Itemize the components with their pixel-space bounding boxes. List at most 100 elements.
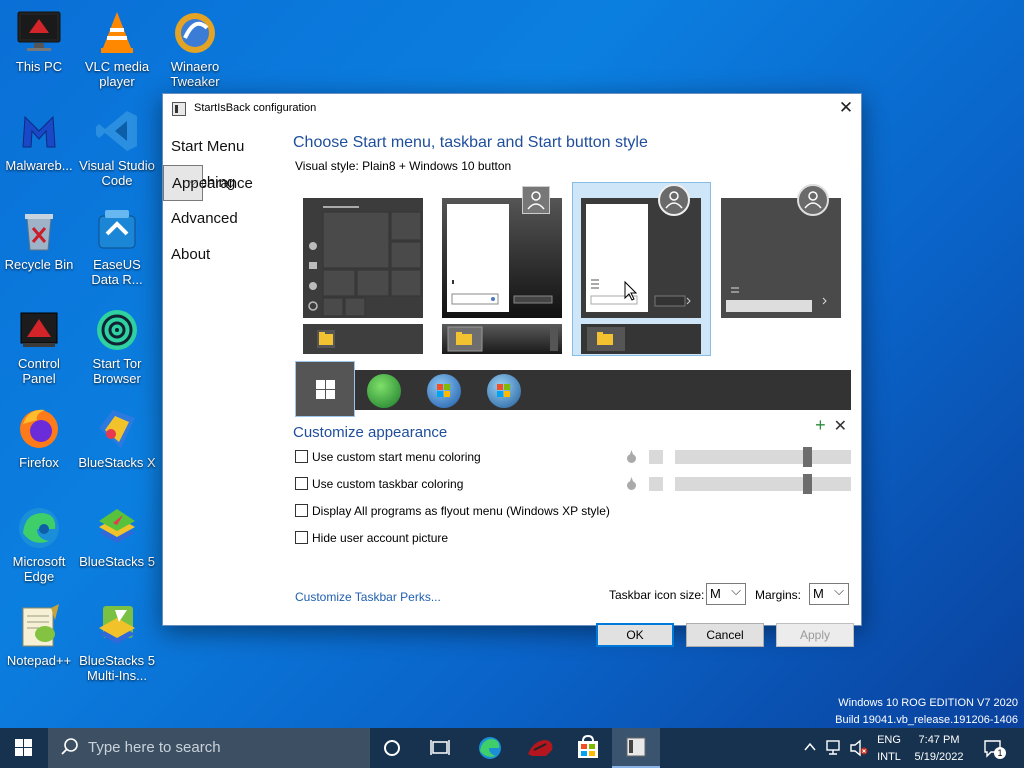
checkbox-hide-account-picture[interactable]: Hide user account picture — [295, 531, 448, 545]
user-avatar-icon — [658, 184, 690, 216]
desktop-icon-label: Microsoft Edge — [12, 554, 66, 584]
style-option-windows7[interactable] — [442, 198, 562, 318]
desktop-icon-label: BlueStacks 5 Multi-Ins... — [79, 653, 155, 683]
desktop-icon-control-panel[interactable]: Control Panel — [0, 305, 78, 386]
clock-time: 7:47 PM — [918, 734, 960, 746]
desktop-icon-malwarebytes[interactable]: Malwareb... — [0, 107, 78, 173]
start-button[interactable] — [0, 728, 48, 768]
checkbox-box[interactable] — [295, 477, 308, 490]
desktop-icon-label: Control Panel — [18, 356, 60, 386]
slider-handle[interactable] — [803, 447, 812, 467]
desktop-icon-winaero[interactable]: Winaero Tweaker — [156, 8, 234, 89]
remove-icon[interactable]: ✕ — [834, 418, 847, 435]
opacity-slider-start-menu[interactable] — [675, 447, 851, 467]
desktop-icon-firefox[interactable]: Firefox — [0, 404, 78, 470]
taskbar: Type here to search ENG INTL 7:47 PM 5/1… — [0, 728, 1024, 768]
color-swatch-start-menu[interactable] — [649, 450, 663, 464]
control-panel-icon — [15, 305, 63, 353]
start-button-option-windows10[interactable] — [295, 361, 355, 417]
customize-taskbar-perks-link[interactable]: Customize Taskbar Perks... — [295, 590, 441, 604]
notification-badge: 1 — [994, 747, 1006, 759]
checkbox-label: Use custom taskbar coloring — [312, 477, 464, 491]
checkbox-box[interactable] — [295, 531, 308, 544]
clock[interactable]: 7:47 PM 5/19/2022 — [906, 732, 972, 766]
checkbox-box[interactable] — [295, 504, 308, 517]
title-bar[interactable]: StartIsBack configuration ✕ — [163, 94, 861, 124]
taskbar-style-option-1[interactable] — [303, 324, 423, 354]
nav-sidebar: Start Menu Appearance Switching Advanced… — [163, 129, 287, 273]
style-option-windows10-dark[interactable] — [721, 198, 841, 318]
window-title: StartIsBack configuration — [194, 102, 317, 114]
desktop-icon-edge[interactable]: Microsoft Edge — [0, 503, 78, 584]
notification-center-button[interactable]: 1 — [980, 737, 1006, 762]
checkbox-label: Hide user account picture — [312, 531, 449, 545]
checkbox-box[interactable] — [295, 450, 308, 463]
show-hidden-icons-button[interactable] — [803, 740, 817, 757]
color-drop-icon — [626, 477, 637, 490]
desktop-icon-bluestacks-multi[interactable]: BlueStacks 5 Multi-Ins... — [78, 602, 156, 683]
search-placeholder: Type here to search — [88, 739, 221, 756]
network-icon[interactable] — [825, 739, 843, 760]
firefox-icon — [15, 404, 63, 452]
nav-item-appearance[interactable]: Appearance — [163, 163, 253, 201]
nav-item-start-menu[interactable]: Start Menu — [163, 129, 287, 165]
volume-muted-icon[interactable] — [849, 739, 869, 760]
style-option-windows10[interactable] — [303, 198, 423, 318]
startisback-window: StartIsBack configuration ✕ Start Menu A… — [162, 93, 862, 647]
desktop-icon-label: Recycle Bin — [4, 257, 74, 272]
easeus-icon — [93, 206, 141, 254]
color-swatch-taskbar[interactable] — [649, 477, 663, 491]
task-view-button[interactable] — [416, 728, 464, 768]
windows-build-watermark-line1: Windows 10 ROG EDITION V7 2020 — [838, 697, 1018, 709]
desktop-icon-vlc[interactable]: VLC media player — [78, 8, 156, 89]
margins-label: Margins: — [755, 588, 802, 602]
bluestacks-multi-icon — [93, 602, 141, 650]
style-option-plain8[interactable] — [581, 198, 701, 318]
taskbar-edge-icon[interactable] — [466, 728, 514, 768]
margins-select[interactable]: M — [809, 581, 849, 605]
windows-build-watermark-line2: Build 19041.vb_release.191206-1406 — [835, 714, 1018, 726]
taskbar-icon-size-select[interactable]: M — [706, 581, 746, 605]
cancel-button[interactable]: Cancel — [686, 623, 764, 647]
checkbox-flyout-all-programs[interactable]: Display All programs as flyout menu (Win… — [295, 504, 610, 518]
desktop-icon-label: BlueStacks X — [78, 455, 156, 470]
desktop-icon-tor[interactable]: Start Tor Browser — [78, 305, 156, 386]
taskbar-style-option-2[interactable] — [442, 324, 562, 354]
apply-button[interactable]: Apply — [776, 623, 854, 647]
start-button-option-vista[interactable] — [487, 374, 521, 408]
desktop-icon-easeus[interactable]: EaseUS Data R... — [78, 206, 156, 287]
vscode-icon — [93, 107, 141, 155]
add-remove-controls: + ✕ — [815, 415, 847, 436]
edge-icon — [15, 503, 63, 551]
start-button-option-clover[interactable] — [367, 374, 401, 408]
slider-handle[interactable] — [803, 474, 812, 494]
desktop-icon-notepadpp[interactable]: Notepad++ — [0, 602, 78, 668]
customize-heading: Customize appearance — [293, 424, 448, 441]
user-avatar-icon — [797, 184, 829, 216]
desktop-icon-label: Firefox — [19, 455, 59, 470]
start-button-strip — [295, 361, 851, 417]
nav-item-about[interactable]: About — [163, 237, 287, 273]
start-button-option-windows7[interactable] — [427, 374, 461, 408]
desktop-icon-bluestacks-x[interactable]: BlueStacks X — [78, 404, 156, 470]
taskbar-style-option-3[interactable] — [581, 324, 701, 354]
close-button[interactable]: ✕ — [831, 94, 861, 124]
add-icon[interactable]: + — [815, 415, 826, 435]
opacity-slider-taskbar[interactable] — [675, 474, 851, 494]
desktop-icon-bluestacks-5[interactable]: BlueStacks 5 — [78, 503, 156, 569]
vlc-icon — [93, 8, 141, 56]
nav-item-advanced[interactable]: Advanced — [163, 201, 287, 237]
language-indicator[interactable]: ENG INTL — [872, 732, 906, 766]
checkbox-custom-start-menu-coloring[interactable]: Use custom start menu coloring — [295, 450, 481, 464]
taskbar-rog-icon[interactable] — [516, 728, 564, 768]
ok-button[interactable]: OK — [596, 623, 674, 647]
taskbar-store-icon[interactable] — [564, 728, 612, 768]
taskbar-search-box[interactable]: Type here to search — [48, 728, 370, 768]
malwarebytes-icon — [15, 107, 63, 155]
cortana-button[interactable] — [368, 728, 416, 768]
taskbar-startisback-icon[interactable] — [612, 728, 660, 768]
desktop-icon-this-pc[interactable]: This PC — [0, 8, 78, 74]
desktop-icon-recycle-bin[interactable]: Recycle Bin — [0, 206, 78, 272]
checkbox-custom-taskbar-coloring[interactable]: Use custom taskbar coloring — [295, 477, 463, 491]
desktop-icon-vscode[interactable]: Visual Studio Code — [78, 107, 156, 188]
